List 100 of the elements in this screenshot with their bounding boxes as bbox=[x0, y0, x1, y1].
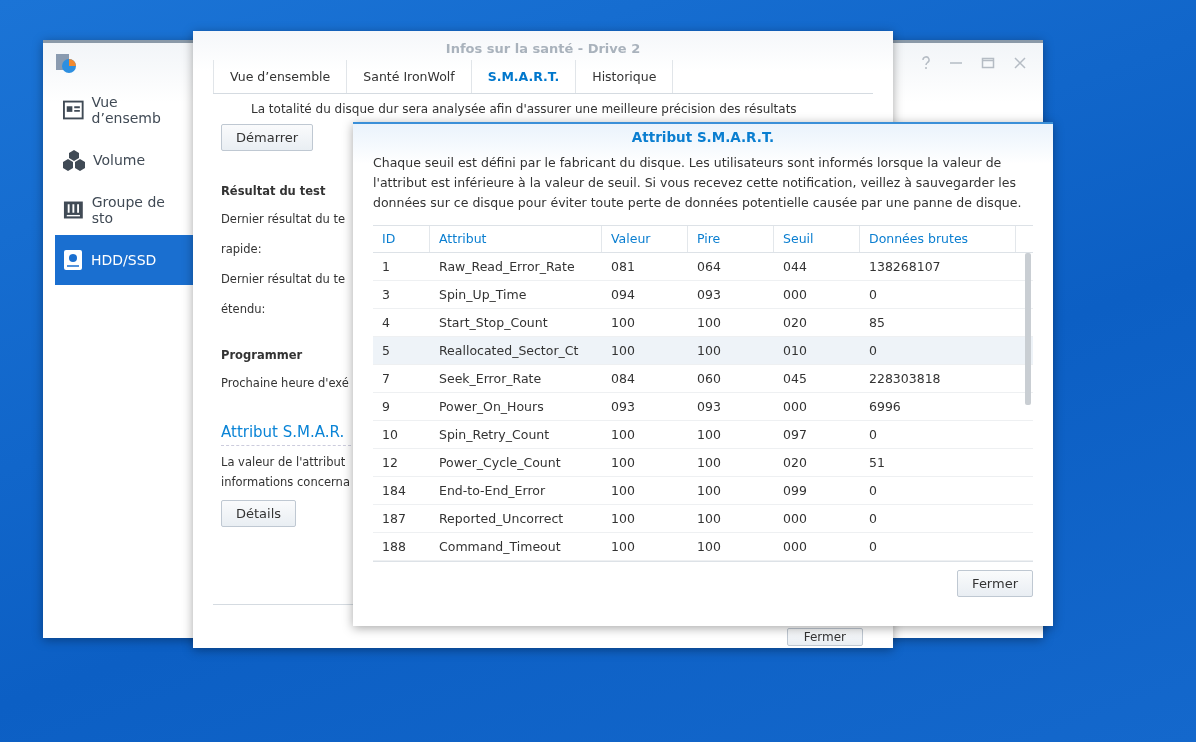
table-cell-text: 100 bbox=[610, 454, 636, 472]
table-cell-text: 084 bbox=[610, 370, 636, 388]
close-button[interactable]: Fermer bbox=[957, 570, 1033, 597]
table-cell-text: 6996 bbox=[868, 398, 902, 416]
result-label: étendu: bbox=[221, 301, 266, 318]
table-cell-text: 0 bbox=[868, 286, 878, 304]
description-text: informations concerna bbox=[221, 474, 350, 491]
table-cell-text: 228303818 bbox=[868, 370, 942, 388]
result-label: Dernier résultat du te bbox=[221, 211, 345, 228]
column-header[interactable]: Pire bbox=[688, 226, 774, 252]
result-label: Dernier résultat du te bbox=[221, 271, 345, 288]
maximize-icon[interactable] bbox=[981, 56, 995, 70]
table-cell-text: 1 bbox=[381, 258, 391, 276]
description-text: Chaque seuil est défini par le fabricant du disque. Les utilisateurs sont informés lorsque la valeur de l'attribut est inférieure à la valeur de seuil. Si vous recevez cette notification, veillez à sauvegarder les données sur ce disque pour éviter toute perte de données potentielle causée par une panne de disque. bbox=[373, 154, 1023, 212]
table-cell-text: 0 bbox=[868, 510, 878, 528]
table-cell-text: 000 bbox=[782, 286, 808, 304]
table-cell-text: 0 bbox=[868, 342, 878, 360]
table-cell-text: 000 bbox=[782, 510, 808, 528]
sidebar-item[interactable]: Volume bbox=[55, 135, 193, 185]
table-cell-text: 9 bbox=[381, 398, 391, 416]
table-row[interactable]: 9 Power_On_Hours 093 093 000 6996 bbox=[373, 393, 1033, 421]
table-cell-text: 100 bbox=[696, 342, 722, 360]
table-cell-text: 100 bbox=[610, 426, 636, 444]
table-cell-text: End-to-End_Error bbox=[438, 482, 547, 500]
table-cell-text: 184 bbox=[381, 482, 407, 500]
table-row[interactable]: 187 Reported_Uncorrect 100 100 000 0 bbox=[373, 505, 1033, 533]
table-cell-text: 000 bbox=[782, 538, 808, 556]
table-cell-text: 099 bbox=[782, 482, 808, 500]
table-cell-text: Seek_Error_Rate bbox=[438, 370, 543, 388]
table-cell-text: 060 bbox=[696, 370, 722, 388]
table-cell-text: 100 bbox=[610, 510, 636, 528]
table-cell-text: 138268107 bbox=[868, 258, 942, 276]
table-cell-text: 4 bbox=[381, 314, 391, 332]
table-cell-text: 188 bbox=[381, 538, 407, 556]
column-header[interactable]: Seuil bbox=[774, 226, 860, 252]
table-cell-text: Reported_Uncorrect bbox=[438, 510, 565, 528]
close-icon[interactable] bbox=[1013, 56, 1027, 70]
details-button[interactable]: Détails bbox=[221, 500, 297, 527]
sidebar-item[interactable]: Groupe de sto bbox=[55, 185, 193, 235]
table-cell-text: 010 bbox=[782, 342, 808, 360]
table-cell-text: Command_Timeout bbox=[438, 538, 562, 556]
close-button[interactable]: Fermer bbox=[786, 628, 863, 646]
table-cell-text: 093 bbox=[696, 398, 722, 416]
description-text: La valeur de l'attribut bbox=[221, 454, 346, 471]
table-cell-text: 064 bbox=[696, 258, 722, 276]
table-cell-text: Start_Stop_Count bbox=[438, 314, 549, 332]
table-row[interactable]: 184 End-to-End_Error 100 100 099 0 bbox=[373, 477, 1033, 505]
tab[interactable]: S.M.A.R.T. bbox=[470, 60, 576, 93]
schedule-label: Prochaine heure d'exé bbox=[221, 375, 349, 392]
id-card-icon bbox=[63, 100, 84, 120]
table-cell-text: Spin_Up_Time bbox=[438, 286, 528, 304]
intro-text: La totalité du disque dur sera analysée afin d'assurer une meilleure précision des résultats bbox=[250, 102, 798, 116]
dialog-title: Attribut S.M.A.R.T. bbox=[630, 128, 776, 147]
tab[interactable]: Historique bbox=[575, 60, 674, 93]
table-cell-text: 093 bbox=[610, 398, 636, 416]
table-cell-text: 044 bbox=[782, 258, 808, 276]
table-cell-text: 100 bbox=[696, 538, 722, 556]
table-cell-text: 100 bbox=[696, 482, 722, 500]
cubes-icon bbox=[63, 149, 85, 171]
table-cell-text: 187 bbox=[381, 510, 407, 528]
start-button[interactable]: Démarrer bbox=[221, 124, 314, 151]
table-cell-text: 51 bbox=[868, 454, 886, 472]
table-cell-text: 100 bbox=[610, 342, 636, 360]
window-title: Infos sur la santé - Drive 2 bbox=[444, 40, 642, 56]
column-header[interactable]: Attribut bbox=[430, 226, 602, 252]
table-cell-text: 100 bbox=[696, 510, 722, 528]
table-row[interactable]: 188 Command_Timeout 100 100 000 0 bbox=[373, 533, 1033, 561]
table-row[interactable]: 10 Spin_Retry_Count 100 100 097 0 bbox=[373, 421, 1033, 449]
table-cell-text: 85 bbox=[868, 314, 886, 332]
table-cell-text: 100 bbox=[610, 314, 636, 332]
sidebar-label: HDD/SSD bbox=[91, 252, 157, 268]
table-cell-text: 100 bbox=[610, 538, 636, 556]
column-header[interactable]: ID bbox=[373, 226, 430, 252]
table-cell-text: 100 bbox=[610, 482, 636, 500]
section-heading: Programmer bbox=[221, 347, 303, 364]
help-icon[interactable] bbox=[921, 56, 931, 70]
table-row[interactable]: 12 Power_Cycle_Count 100 100 020 51 bbox=[373, 449, 1033, 477]
table-cell-text: 020 bbox=[782, 454, 808, 472]
sidebar-item[interactable]: HDD/SSD bbox=[55, 235, 193, 285]
tab[interactable]: Santé IronWolf bbox=[346, 60, 471, 93]
table-cell-text: 0 bbox=[868, 482, 878, 500]
sidebar-item[interactable]: Vue d’ensemb bbox=[55, 85, 193, 135]
tab[interactable]: Vue d’ensemble bbox=[213, 60, 347, 93]
table-cell-text: 081 bbox=[610, 258, 636, 276]
table-cell-text: 100 bbox=[696, 454, 722, 472]
table-cell-text: 3 bbox=[381, 286, 391, 304]
table-cell-text: 097 bbox=[782, 426, 808, 444]
column-header[interactable]: Données brutes bbox=[860, 226, 1016, 252]
table-cell-text: 045 bbox=[782, 370, 808, 388]
app-icon bbox=[55, 52, 77, 74]
table-cell-text: Power_On_Hours bbox=[438, 398, 545, 416]
column-header[interactable]: Valeur bbox=[602, 226, 688, 252]
section-heading: Attribut S.M.A.R. bbox=[221, 423, 351, 446]
scrollbar[interactable] bbox=[1025, 253, 1031, 405]
table-cell-text: 100 bbox=[696, 426, 722, 444]
table-cell-text: Spin_Retry_Count bbox=[438, 426, 551, 444]
sidebar-label: Volume bbox=[93, 152, 146, 168]
table-row[interactable]: 5 Reallocated_Sector_Ct 100 100 010 0 bbox=[373, 337, 1033, 365]
table-cell-text: 7 bbox=[381, 370, 391, 388]
table-cell-text: 5 bbox=[381, 342, 391, 360]
